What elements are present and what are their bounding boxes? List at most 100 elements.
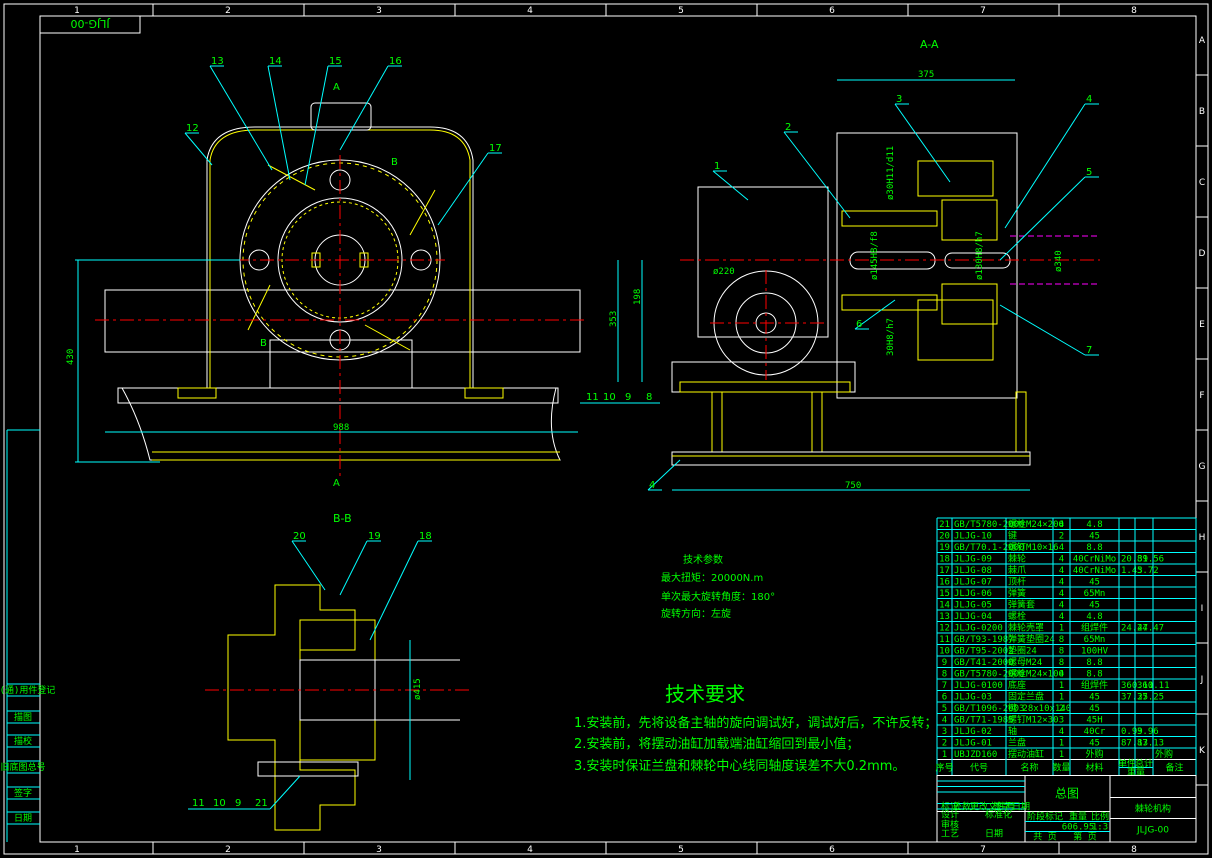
bom-row: 20 JLJG-10 键 2 45 — [939, 530, 1100, 542]
bom-row: 1 UBJZD160 摆动油缸 1 外购 外购 — [942, 748, 1173, 760]
side-strip: 借(通)用件登记描图描校旧底图总号签字日期 — [0, 429, 55, 842]
grid-column-label: 3 — [376, 6, 382, 16]
bom-row: 21 GB/T5780-2000螺栓M24×2004 4.8 — [939, 518, 1103, 530]
tech-params-title: 技术参数 — [683, 553, 723, 566]
bom-header-cell: 数量 — [1052, 762, 1070, 774]
bom-cell: 45 — [1089, 601, 1100, 611]
dim-fit-3: ø130H8/h7 — [975, 231, 985, 280]
bom-cell: 45 — [1089, 578, 1100, 588]
bom-cell: 65Mn — [1084, 589, 1106, 599]
part-balloon: 10 — [603, 392, 616, 403]
bom-cell: 弹簧垫圈24 — [1008, 633, 1055, 645]
tech-param-line: 单次最大旋转角度：180° — [661, 590, 775, 603]
part-balloon: 3 — [896, 94, 902, 105]
bom-row: 14 JLJG-05 弹簧套 4 45 — [939, 599, 1100, 611]
bom-cell: 8.8 — [1086, 670, 1102, 680]
sheets-count: 共 页 — [1033, 832, 1056, 843]
bom-cell: 3 — [1059, 716, 1064, 726]
grid-column-label: 8 — [1131, 845, 1137, 855]
bom-row: 5 GB/T1096-2003键 28x10x1402 45 — [942, 702, 1100, 714]
bom-cell: 螺钉M10×16 — [1008, 542, 1059, 553]
bom-cell: 4 — [1059, 578, 1064, 588]
grid-column-label: 8 — [1131, 6, 1137, 16]
bom-cell: 11 — [939, 635, 950, 645]
tech-parameters: 技术参数 最大扭矩：20000N.m 单次最大旋转角度：180° 旋转方向：左旋 — [661, 553, 775, 620]
bom-row: 13 JLJG-04 螺栓 4 4.8 — [939, 610, 1103, 622]
bom-cell: JLJG-0200 — [954, 624, 1003, 634]
bom-cell: 20 — [939, 532, 950, 542]
bom-cell: 1 — [1059, 681, 1064, 691]
bom-cell: JLJG-03 — [954, 693, 992, 703]
bom-row: 4 GB/T71-1985螺钉M12×30 3 45H — [942, 715, 1103, 726]
grid-row-label: J — [1200, 675, 1204, 685]
side-strip-label: 日期 — [14, 813, 32, 824]
role-label: 设计 — [941, 809, 959, 821]
weight-value: 606.95 — [1062, 823, 1095, 833]
bom-cell: JLJG-10 — [954, 532, 992, 542]
bom-cell: 8.8 — [1086, 543, 1102, 553]
weight-label: 重量 — [1069, 811, 1087, 823]
grid-row-label: E — [1199, 320, 1205, 330]
bom-header-cell: 序号 — [935, 762, 953, 774]
grid-row-label: B — [1199, 107, 1205, 117]
bom-cell: 9 — [942, 658, 947, 668]
bom-cell: 1 — [1059, 750, 1064, 760]
bom-cell: 4 — [1059, 612, 1064, 622]
grid-column-label: 3 — [376, 845, 382, 855]
bom-cell: 4 — [1059, 555, 1064, 565]
bom-header-cell: 代号 — [970, 763, 988, 774]
part-balloon: 9 — [235, 798, 241, 809]
bom-cell: GB/T93-1987 — [954, 635, 1014, 645]
bom-cell: 组焊件 — [1081, 622, 1108, 634]
bill-of-materials: 21 GB/T5780-2000螺栓M24×2004 4.820 JLJG-10 键 2 4… — [935, 517, 1197, 778]
bom-cell: 65Mn — [1084, 635, 1106, 645]
section-mark-a-top: A — [333, 82, 340, 93]
dim-d220: ø220 — [713, 267, 735, 277]
bom-cell: 1 — [1059, 624, 1064, 634]
grid-row-label: K — [1199, 746, 1206, 756]
bom-row: 9 GB/T41-2000螺母M24 8 8.8 — [942, 657, 1103, 668]
grid-row-label: A — [1199, 36, 1206, 46]
bom-cell: 45H — [1086, 716, 1102, 726]
bom-cell: 45 — [1089, 704, 1100, 714]
bom-cell: 17 — [939, 566, 950, 576]
bom-row: 12 JLJG-0200 棘轮壳罩 1 组焊件 24.4724.47 — [939, 622, 1164, 634]
bom-row: 16 JLJG-07 顶杆 4 45 — [939, 576, 1100, 588]
section-mark-b-bottom: B — [260, 338, 267, 349]
role-label: 标准化 — [985, 809, 1012, 821]
bom-cell: 21 — [939, 520, 950, 530]
bom-row: 19 GB/T70.1-2000螺钉M10×16 4 8.8 — [939, 542, 1103, 553]
bom-cell: 轴 — [1008, 725, 1017, 737]
bom-cell: 6 — [942, 693, 947, 703]
scale-label: 比例 — [1091, 811, 1109, 823]
grid-row-label: I — [1201, 604, 1204, 614]
grid-row-label: F — [1199, 391, 1204, 401]
bom-cell: JLJG-02 — [954, 727, 992, 737]
bom-cell: 外购 — [1155, 748, 1173, 760]
bom-cell: 组焊件 — [1081, 679, 1108, 691]
bom-cell: 1 — [942, 750, 947, 760]
grid-column-label: 7 — [980, 845, 986, 855]
tech-requirements: 技术要求 1.安装前，先将设备主轴的旋向调试好，调试好后，不许反转； 2.安装前… — [574, 682, 937, 774]
part-balloon: 15 — [329, 56, 342, 67]
section-bb-view: B-B ø415 20 19 18 11 10 9 21 — [188, 512, 470, 831]
part-balloon: 7 — [1086, 345, 1092, 356]
bom-cell: 3 — [942, 727, 947, 737]
bom-cell: 螺母M24 — [1008, 657, 1042, 668]
bom-cell: 键 — [1008, 530, 1017, 542]
bom-cell: 摆动油缸 — [1008, 748, 1044, 760]
tech-req-line: 1.安装前，先将设备主轴的旋向调试好，调试好后，不许反转； — [574, 715, 937, 731]
part-balloon: 1 — [714, 161, 720, 172]
front-view: 430 988 A A B B 12 13 14 15 16 17 — [66, 56, 585, 489]
bom-cell: 顶杆 — [1008, 576, 1026, 588]
bom-cell: JLJG-0100 — [954, 681, 1003, 691]
bom-cell: 棘爪 — [1008, 565, 1026, 576]
side-strip-label: 描校 — [14, 735, 32, 747]
bom-cell: 8 — [942, 670, 947, 680]
bom-row: 8 GB/T5780-2000螺栓M24×1004 8.8 — [942, 668, 1103, 680]
grid-column-label: 4 — [527, 845, 533, 855]
bom-cell: 40CrNiMo — [1073, 555, 1116, 565]
bom-cell: 14 — [939, 601, 950, 611]
section-mark-b-top: B — [391, 157, 398, 168]
role-label: 工艺 — [941, 829, 959, 840]
